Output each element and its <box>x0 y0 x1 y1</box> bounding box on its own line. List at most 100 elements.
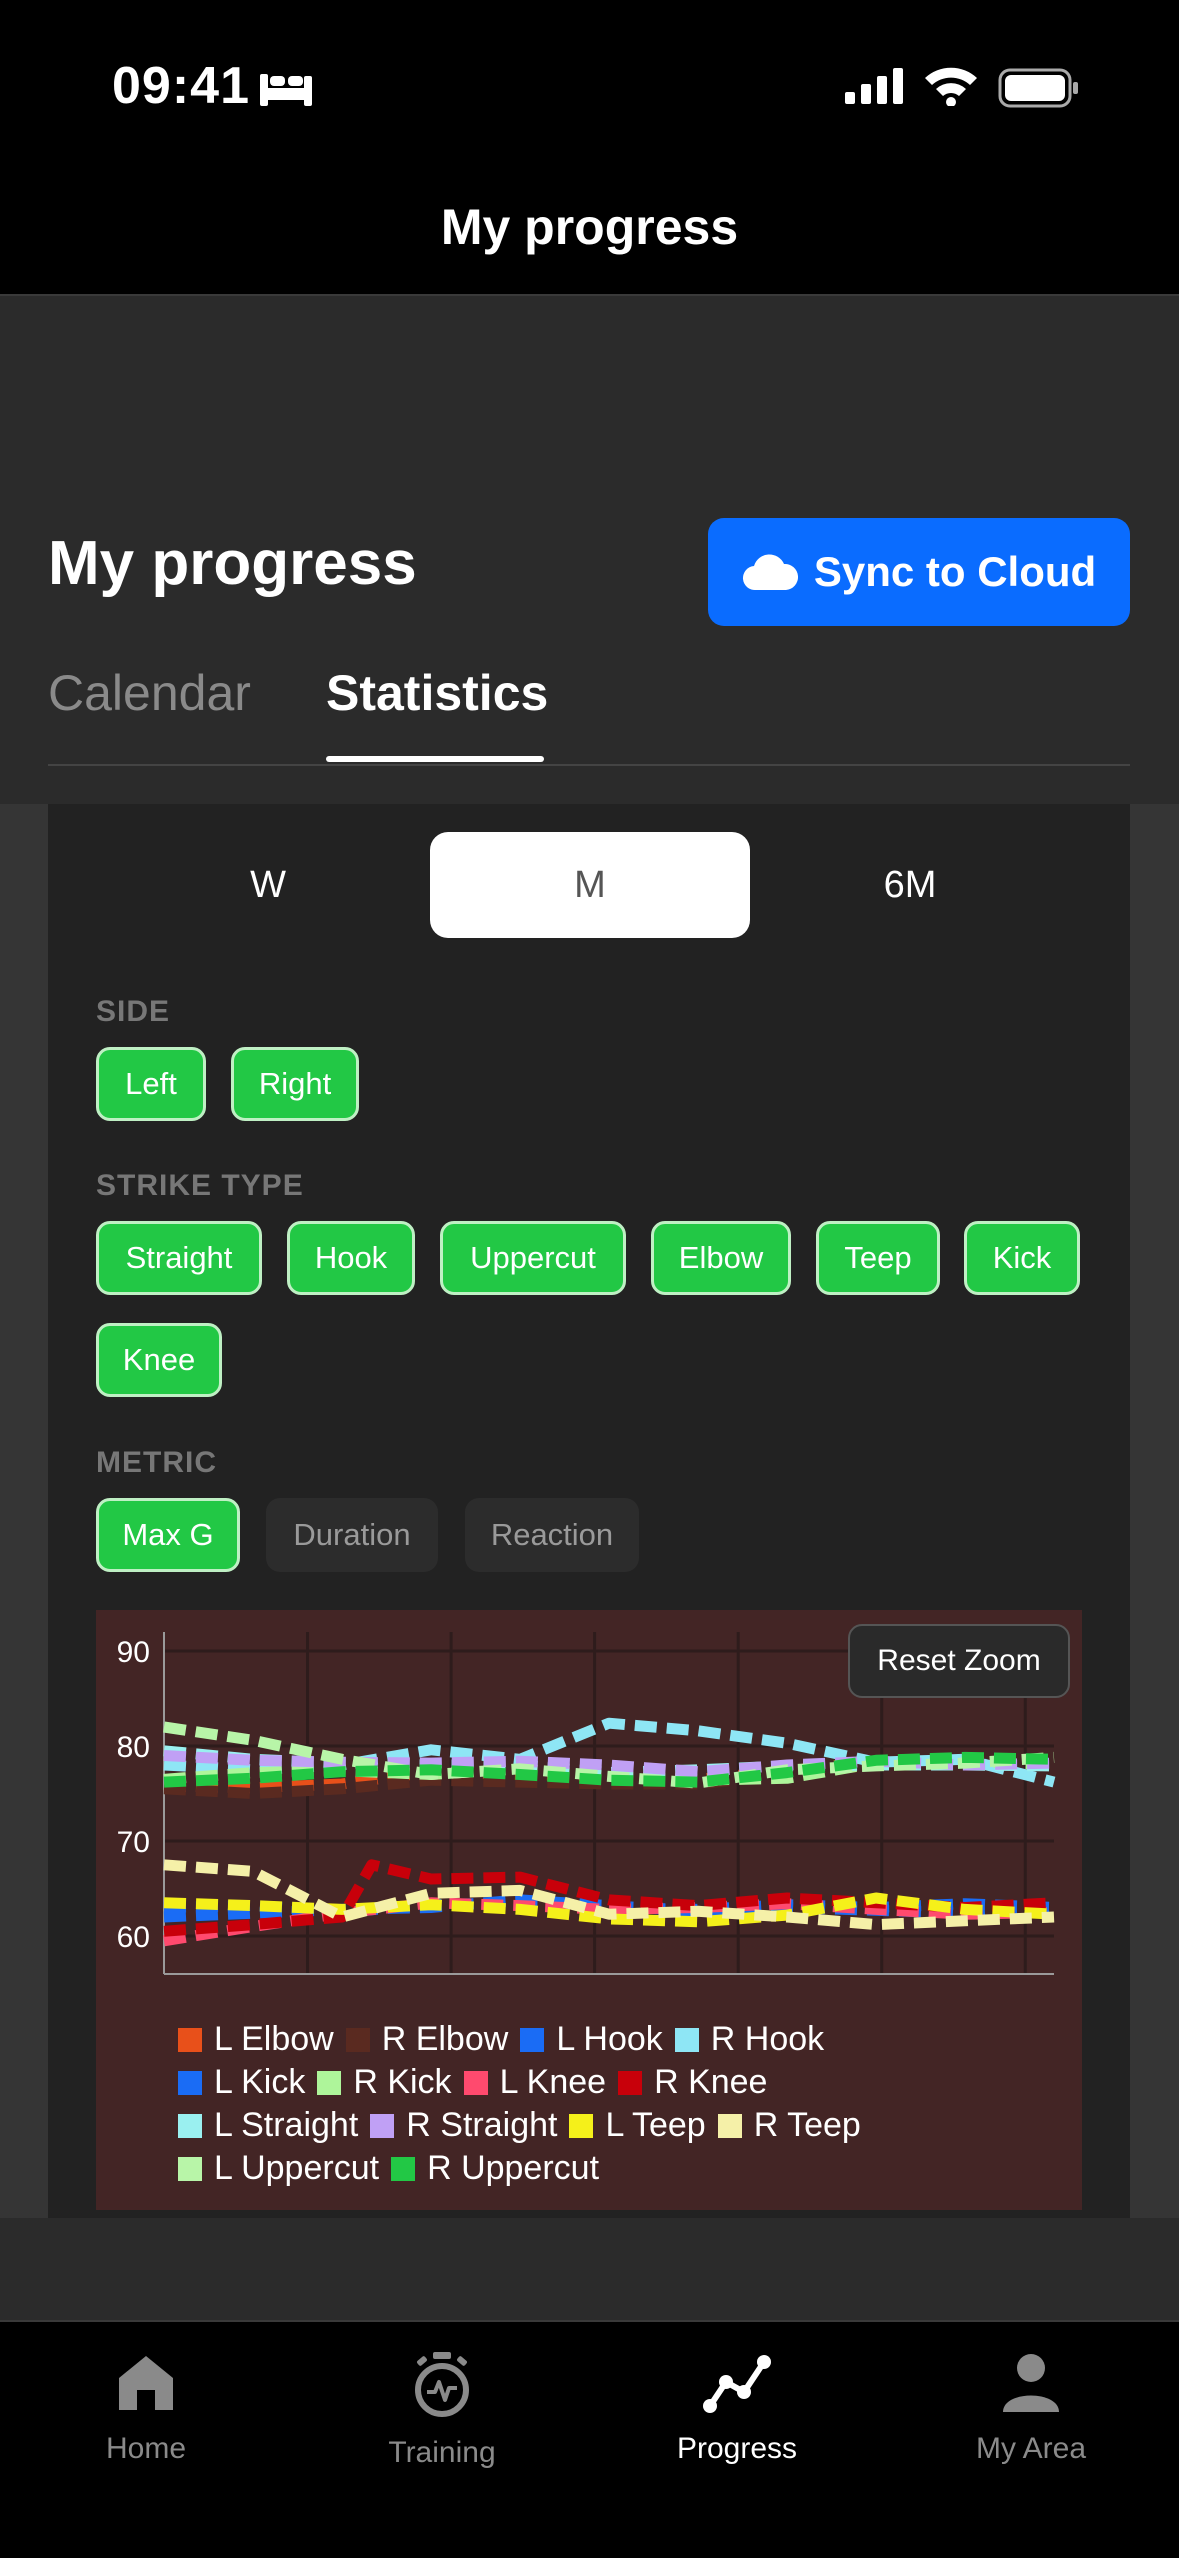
legend-swatch-r-kick <box>317 2071 342 2095</box>
legend-swatch-l-elbow <box>178 2028 202 2052</box>
legend-swatch-r-knee <box>618 2071 643 2095</box>
tab-calendar[interactable]: Calendar <box>48 664 251 722</box>
chip-metric-reaction[interactable]: Reaction <box>465 1498 639 1572</box>
legend-label-r-straight: R Straight <box>406 2106 558 2144</box>
legend-item-l-elbow[interactable]: L Elbow <box>178 2018 334 2061</box>
legend-label-l-uppercut: L Uppercut <box>214 2149 380 2187</box>
legend-label-r-knee: R Knee <box>654 2063 768 2101</box>
wifi-icon <box>925 67 977 106</box>
status-bar: 09:41 <box>0 0 1179 160</box>
legend-label-r-hook: R Hook <box>710 2020 825 2058</box>
chip-strike-knee[interactable]: Knee <box>96 1323 222 1397</box>
legend-item-l-teep[interactable]: L Teep <box>569 2104 706 2147</box>
legend-swatch-r-straight <box>370 2114 395 2138</box>
legend-item-l-uppercut[interactable]: L Uppercut <box>178 2147 379 2190</box>
legend-row: L Straight R Straight L Teep R Teep <box>178 2104 1058 2147</box>
legend-swatch-r-uppercut <box>391 2157 416 2181</box>
legend-swatch-l-kick <box>178 2071 202 2095</box>
person-icon <box>1003 2354 1059 2412</box>
legend-swatch-r-teep <box>717 2114 742 2138</box>
tabbar-home-label: Home <box>105 2432 187 2465</box>
legend-swatch-l-hook <box>520 2028 545 2052</box>
tabbar-training[interactable]: Training <box>317 2352 567 2470</box>
progress-tabs: Calendar Statistics <box>48 656 1130 766</box>
legend-label-r-kick: R Kick <box>353 2063 452 2101</box>
cellular-signal-icon <box>845 68 903 104</box>
legend-label-l-teep: L Teep <box>605 2106 706 2144</box>
legend-swatch-l-uppercut <box>178 2157 202 2181</box>
legend-item-r-elbow[interactable]: R Elbow <box>345 2018 509 2061</box>
legend-swatch-l-teep <box>569 2114 594 2138</box>
legend-item-l-kick[interactable]: L Kick <box>178 2061 305 2104</box>
sync-to-cloud-button[interactable]: Sync to Cloud <box>708 518 1130 626</box>
tabbar-home[interactable]: Home <box>21 2352 271 2466</box>
legend-label-l-hook: L Hook <box>556 2020 663 2058</box>
progress-line-icon <box>703 2355 771 2413</box>
panel-gutter-left <box>0 804 48 2218</box>
stopwatch-icon <box>415 2352 469 2417</box>
legend-swatch-r-hook <box>674 2028 699 2052</box>
tabbar-progress-label: Progress <box>676 2432 798 2465</box>
legend-label-l-knee: L Knee <box>499 2063 607 2101</box>
cloud-icon <box>742 554 798 591</box>
status-time: 09:41 <box>112 57 250 115</box>
chip-strike-elbow[interactable]: Elbow <box>651 1221 791 1295</box>
tabbar-progress[interactable]: Progress <box>612 2352 862 2466</box>
legend-label-r-uppercut: R Uppercut <box>427 2149 600 2187</box>
nav-title: My progress <box>440 199 739 255</box>
legend-item-l-straight[interactable]: L Straight <box>178 2104 358 2147</box>
max-g-line-chart[interactable]: 90 80 70 60 Reset Zoom L Elbow R Elbow L Hook… <box>96 1610 1082 2210</box>
legend-label-r-teep: R Teep <box>753 2106 861 2144</box>
legend-row: L Uppercut R Uppercut <box>178 2147 1058 2190</box>
reset-zoom-button[interactable]: Reset Zoom <box>848 1624 1070 1698</box>
tab-statistics[interactable]: Statistics <box>326 664 548 722</box>
period-month-button[interactable]: M <box>430 832 750 938</box>
sync-to-cloud-label: Sync to Cloud <box>813 548 1097 595</box>
chip-strike-kick[interactable]: Kick <box>964 1221 1080 1295</box>
chip-strike-hook[interactable]: Hook <box>287 1221 415 1295</box>
legend-item-l-knee[interactable]: L Knee <box>463 2061 607 2104</box>
side-section-label: SIDE <box>96 995 171 1028</box>
chip-metric-max-g[interactable]: Max G <box>96 1498 240 1572</box>
strike-type-section-label: STRIKE TYPE <box>96 1169 304 1202</box>
period-six-months-button[interactable]: 6M <box>750 832 1070 938</box>
legend-item-r-teep[interactable]: R Teep <box>717 2104 861 2147</box>
legend-item-l-hook[interactable]: L Hook <box>520 2018 663 2061</box>
panel-gutter-right <box>1130 804 1179 2218</box>
chip-strike-teep[interactable]: Teep <box>816 1221 940 1295</box>
legend-item-r-knee[interactable]: R Knee <box>618 2061 767 2104</box>
legend-label-l-kick: L Kick <box>214 2063 306 2101</box>
y-tick-label: 60 <box>117 1921 150 1954</box>
chip-metric-duration[interactable]: Duration <box>266 1498 438 1572</box>
navigation-bar: My progress <box>0 160 1179 296</box>
legend-swatch-r-elbow <box>345 2028 370 2052</box>
legend-swatch-l-straight <box>178 2114 202 2138</box>
tabbar-my-area-label: My Area <box>975 2432 1087 2465</box>
page-title: My progress <box>48 529 417 598</box>
chip-strike-straight[interactable]: Straight <box>96 1221 262 1295</box>
legend-item-r-hook[interactable]: R Hook <box>674 2018 825 2061</box>
bottom-tab-bar: Home Training Progress My Area <box>0 2320 1179 2558</box>
legend-label-l-elbow: L Elbow <box>214 2020 334 2058</box>
legend-swatch-l-knee <box>463 2071 488 2095</box>
legend-item-r-kick[interactable]: R Kick <box>317 2061 452 2104</box>
legend-item-r-uppercut[interactable]: R Uppercut <box>391 2147 599 2190</box>
metric-section-label: METRIC <box>96 1446 217 1479</box>
legend-row: L Kick R Kick L Knee R Knee <box>178 2061 1058 2104</box>
chart-legend: L Elbow R Elbow L Hook R Hook L Kick R Kick L … <box>178 2018 1058 2190</box>
legend-label-l-straight: L Straight <box>214 2106 359 2144</box>
active-tab-indicator <box>326 756 544 762</box>
y-tick-label: 80 <box>117 1731 150 1764</box>
chip-side-left[interactable]: Left <box>96 1047 206 1121</box>
legend-row: L Elbow R Elbow L Hook R Hook <box>178 2018 1058 2061</box>
battery-icon <box>998 68 1078 108</box>
legend-item-r-straight[interactable]: R Straight <box>370 2104 557 2147</box>
y-tick-label: 70 <box>117 1826 150 1859</box>
period-week-button[interactable]: W <box>96 832 440 938</box>
tabbar-my-area[interactable]: My Area <box>906 2352 1156 2466</box>
chip-strike-uppercut[interactable]: Uppercut <box>440 1221 626 1295</box>
chip-side-right[interactable]: Right <box>231 1047 359 1121</box>
legend-label-r-elbow: R Elbow <box>381 2020 509 2058</box>
tabbar-training-label: Training <box>388 2436 496 2469</box>
house-icon <box>119 2356 173 2410</box>
